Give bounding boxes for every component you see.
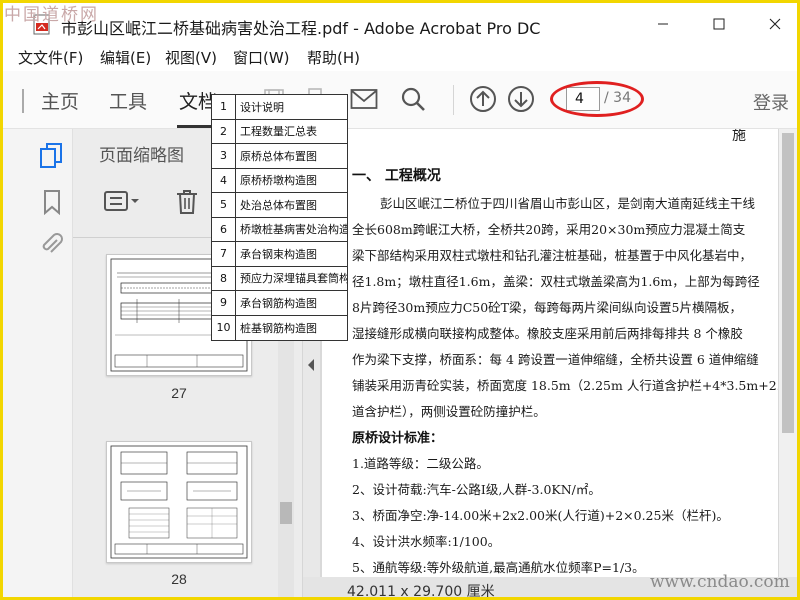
page-down-icon[interactable]: [505, 83, 537, 115]
row-number: 4: [212, 168, 236, 192]
email-icon[interactable]: [348, 83, 380, 115]
table-row: 1 设计说明: [212, 95, 347, 120]
standard-item: 1.道路等级：二级公路。: [352, 456, 489, 471]
row-number: 1: [212, 95, 236, 119]
standard-item: 5、通航等级:等外级航道,最高通航水位频率P=1/3。: [352, 560, 645, 575]
thumbnail-label-28: 28: [171, 571, 187, 587]
table-row: 3 原桥总体布置图: [212, 144, 347, 169]
page-size-readout: 42.011 x 29.700 厘米: [347, 584, 495, 600]
menu-help[interactable]: 帮助(H): [307, 47, 360, 68]
row-number: 8: [212, 266, 236, 290]
toolbar: 主页 工具 文档 4 / 34 登录: [3, 71, 797, 129]
row-title: 预应力深埋锚具套筒构造图: [240, 272, 347, 286]
row-number: 2: [212, 119, 236, 143]
row-number: 6: [212, 217, 236, 241]
section-heading: 一、 工程概况: [352, 168, 441, 184]
thumbnail-options-button[interactable]: [103, 189, 141, 213]
title-bar: 市彭山区岷江二桥基础病害处治工程.pdf - Adobe Acrobat Pro…: [3, 3, 797, 43]
row-title: 原桥总体布置图: [240, 149, 317, 163]
highlight-ellipse: [550, 81, 644, 117]
row-title: 承台钢筋构造图: [240, 296, 317, 310]
standards-heading: 原桥设计标准：: [352, 431, 444, 446]
drawing-index-table: 1 设计说明 2 工程数量汇总表 3 原桥总体布置图 4 原桥桥墩构造图 5 处治总体布置…: [211, 94, 348, 341]
window-title: 市彭山区岷江二桥基础病害处治工程.pdf - Adobe Acrobat Pro…: [61, 19, 541, 38]
standard-item: 2、设计荷载:汽车-公路Ⅰ级,人群-3.0KN/㎡。: [352, 482, 601, 497]
bookmark-icon[interactable]: [37, 187, 67, 217]
toolbar-grip: [21, 87, 25, 115]
table-row: 10 桩基钢筋构造图: [212, 315, 347, 340]
menu-fragment: 文: [18, 49, 34, 67]
menu-view[interactable]: 视图(V): [165, 47, 217, 68]
menu-file[interactable]: 文件(F): [33, 47, 83, 68]
para-line: 彭山区岷江二桥位于四川省眉山市彭山区，是剑南大道南延线主干线: [380, 196, 756, 211]
para-line: 梁下部结构采用双柱式墩柱和钻孔灌注桩基础，桩基置于中风化基岩中，: [352, 248, 753, 263]
tab-tools[interactable]: 工具: [109, 87, 147, 114]
toolbar-separator: [453, 85, 454, 115]
watermark-bottom: www.cndao.com: [650, 572, 790, 592]
para-line: 道含护栏），两侧设置砼防撞护栏。: [352, 404, 546, 419]
table-row: 9 承台钢筋构造图: [212, 291, 347, 316]
attachment-icon[interactable]: [37, 229, 67, 259]
menu-window[interactable]: 窗口(W): [233, 47, 290, 68]
row-title: 桥墩桩基病害处治构造图: [240, 223, 347, 237]
row-number: 9: [212, 291, 236, 315]
standard-item: 4、设计洪水频率:1/100。: [352, 534, 501, 549]
para-line: 湿接缝形成横向联接构成整体。橡胶支座采用前后两排每排共 8 个橡胶: [352, 326, 743, 341]
row-title: 原桥桥墩构造图: [240, 174, 317, 188]
row-title: 处治总体布置图: [240, 198, 317, 212]
para-line: 径1.8m；墩柱直径1.6m，盖梁：双柱式墩盖梁高为1.6m，上部为每跨径: [352, 274, 760, 289]
thumbnail-label-27: 27: [171, 385, 187, 401]
para-line: 全长608m跨岷江大桥，全桥共20跨，采用20×30m预应力混凝土简支: [352, 222, 746, 237]
document-scrollbar-thumb[interactable]: [782, 133, 794, 433]
row-number: 5: [212, 193, 236, 217]
table-row: 6 桥墩桩基病害处治构造图: [212, 217, 347, 242]
trash-icon[interactable]: [175, 189, 199, 215]
para-line: 作为梁下支撑，桥面系：每 4 跨设置一道伸缩缝，全桥共设置 6 道伸缩缝: [352, 352, 759, 367]
page-thumbnails-icon[interactable]: [37, 141, 67, 171]
tab-home[interactable]: 主页: [41, 87, 79, 114]
row-title: 承台钢束构造图: [240, 247, 317, 261]
para-line: 8片跨径30m预应力C50砼T梁，每跨每两片梁间纵向设置5片横隔板，: [352, 300, 742, 315]
row-title: 设计说明: [240, 100, 284, 114]
document-scrollbar[interactable]: [779, 129, 797, 577]
para-line: 铺装采用沥青砼实装，桥面宽度 18.5m（2.25m 人行道含护栏+4*3.5m…: [352, 378, 778, 393]
close-button[interactable]: [752, 9, 798, 39]
row-number: 3: [212, 144, 236, 168]
row-title: 工程数量汇总表: [240, 125, 317, 139]
row-number: 10: [212, 315, 236, 340]
table-row: 5 处治总体布置图: [212, 193, 347, 218]
minimize-button[interactable]: [640, 9, 686, 39]
table-row: 7 承台钢束构造图: [212, 242, 347, 267]
watermark-top: 中国道桥网: [4, 5, 99, 25]
standard-item: 3、桥面净空:净-14.00米+2x2.00米(人行道)+2×0.25米（栏杆)…: [352, 508, 729, 523]
maximize-button[interactable]: [696, 9, 742, 39]
doc-top-fragment: 施: [732, 129, 746, 143]
thumbnail-scrollbar-thumb[interactable]: [280, 502, 292, 524]
document-area: 施 一、 工程概况 彭山区岷江二桥位于四川省眉山市彭山区，是剑南大道南延线主干线…: [303, 129, 797, 600]
table-row: 8 预应力深埋锚具套筒构造图: [212, 266, 347, 291]
signin-link[interactable]: 登录: [753, 89, 789, 115]
collapse-arrow-icon[interactable]: [308, 359, 314, 371]
table-row: 2 工程数量汇总表: [212, 119, 347, 144]
row-title: 桩基钢筋构造图: [240, 321, 317, 335]
page-thumbnail-28[interactable]: [106, 441, 252, 563]
menu-bar: 文 文件(F) 编辑(E) 视图(V) 窗口(W) 帮助(H): [3, 43, 797, 71]
navigation-rail: [3, 129, 73, 600]
document-page: 施 一、 工程概况 彭山区岷江二桥位于四川省眉山市彭山区，是剑南大道南延线主干线…: [322, 129, 778, 577]
page-up-icon[interactable]: [467, 83, 499, 115]
menu-edit[interactable]: 编辑(E): [100, 47, 151, 68]
search-icon[interactable]: [397, 83, 429, 115]
row-number: 7: [212, 242, 236, 266]
panel-title: 页面缩略图: [99, 146, 184, 166]
table-row: 4 原桥桥墩构造图: [212, 168, 347, 193]
